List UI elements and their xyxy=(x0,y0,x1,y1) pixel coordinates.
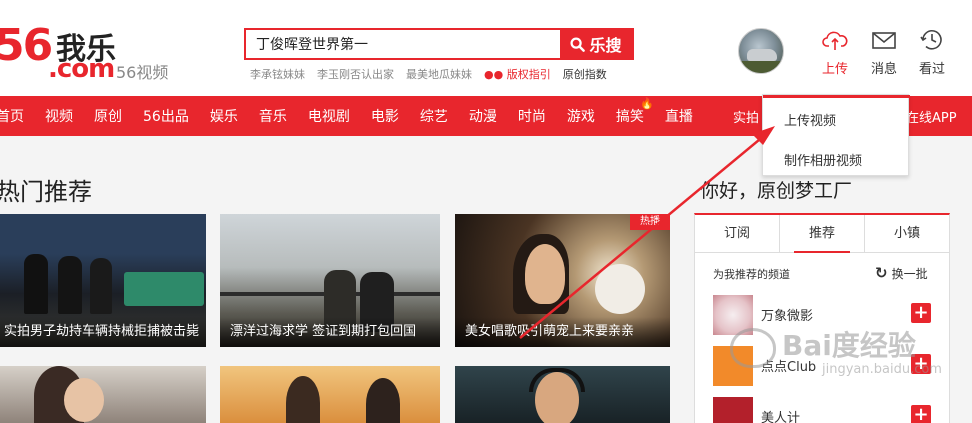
channel-name: 点点Club xyxy=(761,360,817,375)
panel-tabs: 订阅 推荐 小镇 xyxy=(695,215,949,253)
refresh-icon: ↻ xyxy=(875,264,888,282)
make-album-video-option[interactable]: 制作相册视频 xyxy=(784,150,862,169)
nav-item-movie[interactable]: 电影 xyxy=(371,106,399,126)
tab-recommend[interactable]: 推荐 xyxy=(779,215,865,253)
nav-item-live[interactable]: 直播 xyxy=(665,106,693,126)
flame-icon: 🔥 xyxy=(640,97,654,110)
section-title-hot: 热门推荐 xyxy=(0,178,92,206)
search-box: 乐搜 xyxy=(244,28,634,60)
history-label: 看过 xyxy=(918,62,945,77)
nav-item-music[interactable]: 音乐 xyxy=(259,106,287,126)
nav-item-funny-label: 搞笑 xyxy=(615,109,644,125)
tab-town[interactable]: 小镇 xyxy=(865,215,949,252)
clock-history-icon xyxy=(920,30,942,50)
welcome-text: 你好，原创梦工厂 xyxy=(700,180,853,202)
nav-item-online-app[interactable]: 在线APP xyxy=(906,107,957,126)
thumb-image-part xyxy=(595,264,645,314)
channel-item[interactable]: 美人计 + xyxy=(713,397,943,423)
video-card[interactable] xyxy=(455,366,670,423)
message-label: 消息 xyxy=(870,62,897,77)
video-card[interactable]: 热播 美女唱歌吸引萌宠上来要亲亲 xyxy=(455,214,670,347)
message-action[interactable]: 消息 xyxy=(864,28,904,78)
video-card[interactable]: 漂洋过海求学 签证到期打包回国 xyxy=(220,214,440,347)
thumb-image-part xyxy=(24,254,48,314)
upload-label: 上传 xyxy=(821,62,848,77)
site-logo[interactable]: 56 我乐 .com 56视频 xyxy=(0,20,184,84)
upload-video-option[interactable]: 上传视频 xyxy=(784,110,836,129)
envelope-icon xyxy=(872,32,896,49)
upload-dropdown: 上传视频 制作相册视频 xyxy=(762,94,910,176)
nav-item-video[interactable]: 视频 xyxy=(45,106,73,126)
nav-item-56-produced[interactable]: 56出品 xyxy=(143,106,189,126)
copyright-guide-label: 版权指引 xyxy=(506,68,551,81)
video-caption: 实拍男子劫持车辆持械拒捕被击毙 xyxy=(0,317,206,347)
original-index-link[interactable]: 原创指数 xyxy=(563,66,607,82)
thumb-image-part xyxy=(90,258,112,314)
nav-item-anime[interactable]: 动漫 xyxy=(469,106,497,126)
nav-list: 首页 视频 原创 56出品 娱乐 音乐 电视剧 电影 综艺 动漫 时尚 游戏 搞… xyxy=(0,96,714,136)
refresh-button[interactable]: ↻ 换一批 xyxy=(875,264,928,282)
channel-name: 美人计 xyxy=(761,411,801,423)
thumb-image-part xyxy=(286,376,320,423)
channel-name: 万象微影 xyxy=(761,309,814,324)
hot-words: 李承铉妹妹 李玉刚否认出家 最美地瓜妹妹 ●● 版权指引 原创指数 xyxy=(250,66,607,82)
channel-item[interactable]: 点点Club + xyxy=(713,346,943,390)
nav-item-original[interactable]: 原创 xyxy=(94,106,122,126)
history-action[interactable]: 看过 xyxy=(912,28,952,78)
nav-item-funny[interactable]: 搞笑 🔥 xyxy=(615,97,654,126)
channel-panel: 订阅 推荐 小镇 为我推荐的频道 ↻ 换一批 万象微影 + 点点Club + 美… xyxy=(694,213,950,423)
channel-thumbnail xyxy=(713,346,753,386)
video-card[interactable]: 实拍男子劫持车辆持械拒捕被击毙 xyxy=(0,214,206,347)
search-button[interactable]: 乐搜 xyxy=(560,30,632,58)
nav-item-fashion[interactable]: 时尚 xyxy=(518,106,546,126)
nav-item-home[interactable]: 首页 xyxy=(0,106,24,126)
cloud-upload-icon xyxy=(822,31,848,50)
header: 56 我乐 .com 56视频 乐搜 李承铉妹妹 李玉刚否认出家 最美地瓜妹妹 … xyxy=(0,0,972,96)
channel-thumbnail xyxy=(713,397,753,423)
nav-item-games[interactable]: 游戏 xyxy=(567,106,595,126)
logo-sub: 56视频 xyxy=(116,63,169,82)
logo-domain: .com xyxy=(48,54,115,84)
dropdown-top-bar xyxy=(763,95,910,98)
video-caption: 美女唱歌吸引萌宠上来要亲亲 xyxy=(455,317,670,347)
nav-item-shipai[interactable]: 实拍 xyxy=(733,107,759,126)
search-button-label: 乐搜 xyxy=(589,36,622,55)
channel-thumbnail xyxy=(713,295,753,335)
video-card[interactable] xyxy=(0,366,206,423)
search-icon xyxy=(570,36,586,52)
video-card[interactable] xyxy=(220,366,440,423)
add-channel-button[interactable]: + xyxy=(911,303,931,323)
hot-word-link[interactable]: 最美地瓜妹妹 xyxy=(406,66,472,82)
nav-item-tv-series[interactable]: 电视剧 xyxy=(308,106,350,126)
add-channel-button[interactable]: + xyxy=(911,354,931,374)
thumb-image-part xyxy=(124,272,204,306)
thumb-image-part xyxy=(64,378,104,422)
add-channel-button[interactable]: + xyxy=(911,405,931,423)
thumb-image-part xyxy=(529,368,585,392)
chat-bubble-icon: ●● xyxy=(484,68,504,81)
avatar-image-car xyxy=(747,49,777,61)
refresh-label: 换一批 xyxy=(891,266,928,281)
channel-item[interactable]: 万象微影 + xyxy=(713,295,943,339)
search-input[interactable] xyxy=(246,30,560,58)
nav-item-entertainment[interactable]: 娱乐 xyxy=(210,106,238,126)
avatar-image-grass xyxy=(739,61,783,73)
thumb-image-part xyxy=(525,244,565,304)
logo-56: 56 xyxy=(0,20,53,71)
copyright-guide-link[interactable]: ●● 版权指引 xyxy=(484,66,551,82)
video-caption: 漂洋过海求学 签证到期打包回国 xyxy=(220,317,440,347)
page: 56 我乐 .com 56视频 乐搜 李承铉妹妹 李玉刚否认出家 最美地瓜妹妹 … xyxy=(0,0,972,423)
hot-word-link[interactable]: 李承铉妹妹 xyxy=(250,66,305,82)
hot-word-link[interactable]: 李玉刚否认出家 xyxy=(317,66,394,82)
hot-badge: 热播 xyxy=(630,214,670,230)
nav-item-variety[interactable]: 综艺 xyxy=(420,106,448,126)
recommended-channels-label: 为我推荐的频道 xyxy=(713,268,790,281)
upload-action[interactable]: 上传 xyxy=(815,28,855,78)
tab-subscribe[interactable]: 订阅 xyxy=(695,215,779,252)
thumb-image-part xyxy=(58,256,82,314)
thumb-image-part xyxy=(366,378,400,423)
user-avatar[interactable] xyxy=(738,28,784,74)
